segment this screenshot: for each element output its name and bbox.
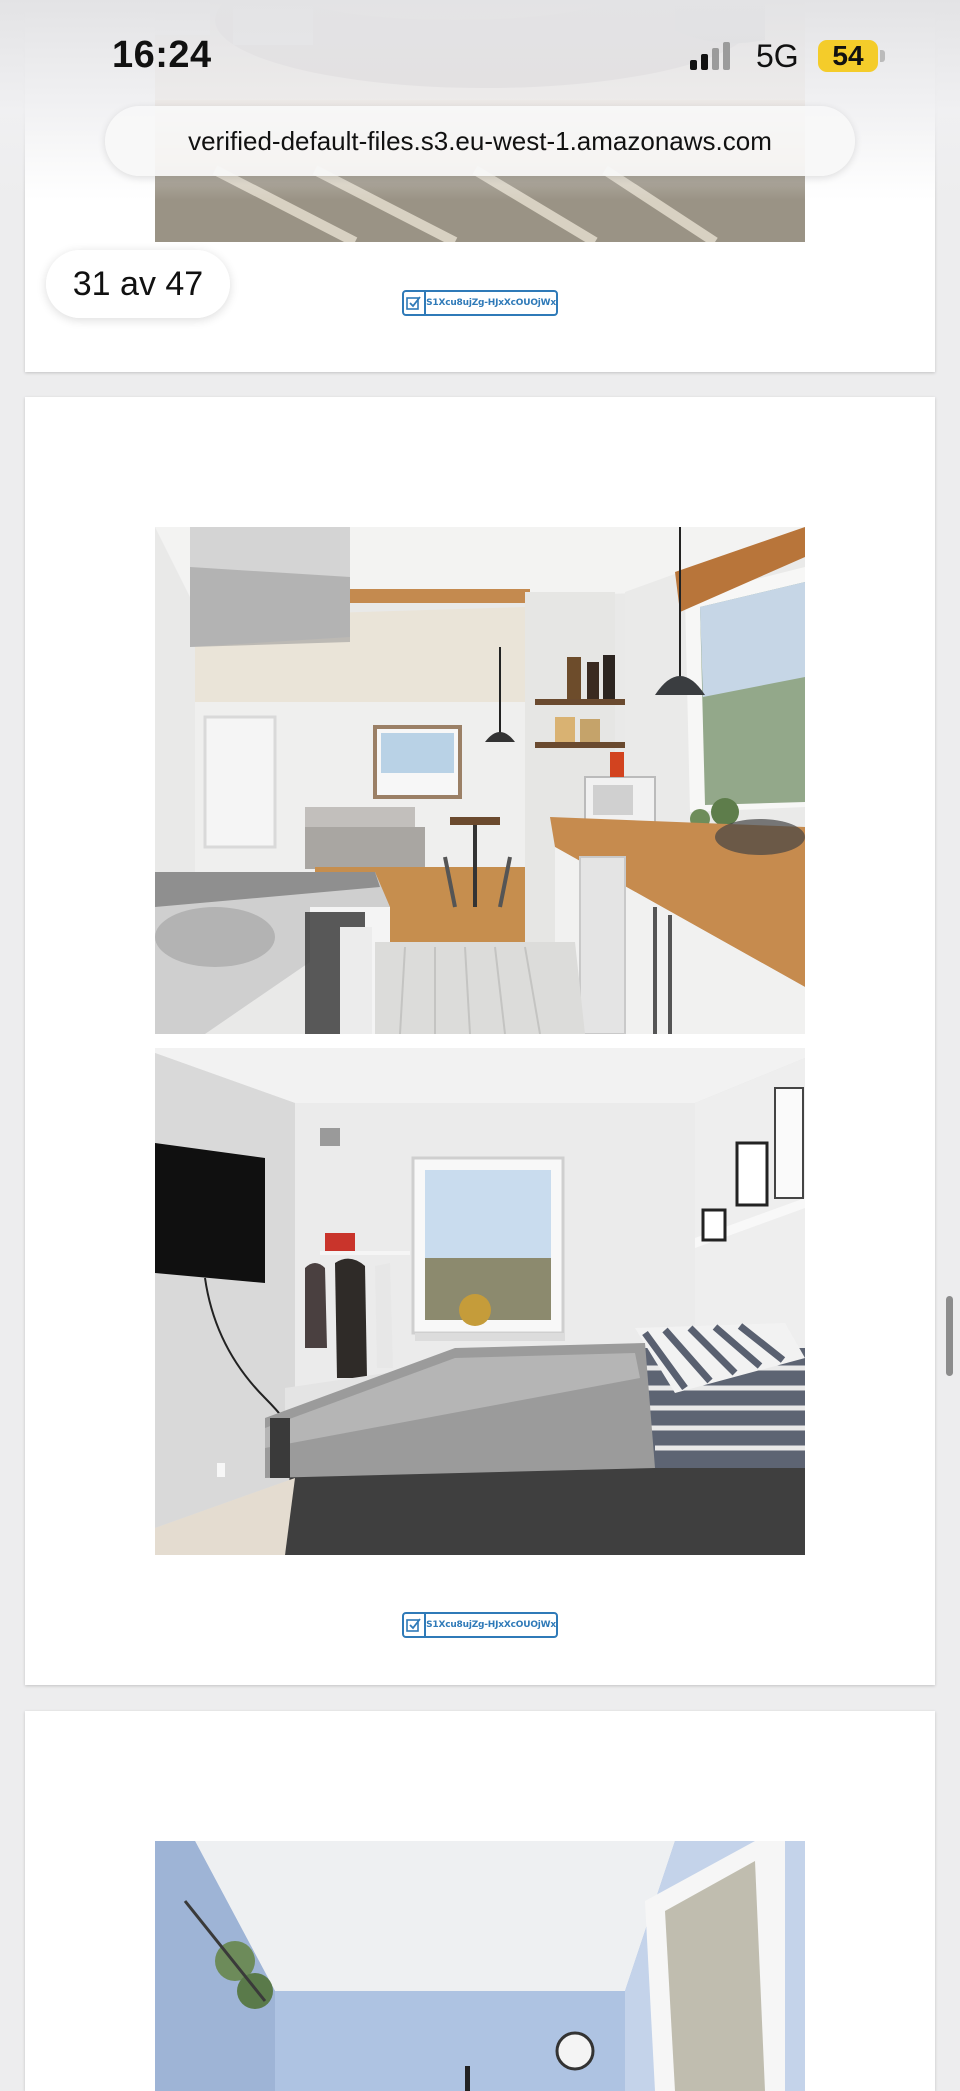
- status-time: 16:24: [112, 34, 212, 76]
- bathroom-photo: [155, 1841, 805, 2091]
- page-counter[interactable]: 31 av 47: [46, 250, 230, 318]
- verified-check-icon: [404, 1614, 427, 1636]
- url-text: verified-default-files.s3.eu-west-1.amaz…: [188, 125, 772, 156]
- scrollbar-thumb[interactable]: [946, 1296, 953, 1376]
- document-page: S1Xcu8ujZg-HJxXcOUOjWx: [25, 397, 935, 1685]
- battery-level: 54: [832, 40, 864, 71]
- stamp-code: S1Xcu8ujZg-HJxXcOUOjWx: [426, 298, 556, 308]
- bedroom-photo: [155, 1048, 805, 1555]
- kitchen-photo: [155, 527, 805, 1034]
- verification-stamp: S1Xcu8ujZg-HJxXcOUOjWx: [402, 1612, 558, 1638]
- signal-strength-icon: [690, 40, 730, 70]
- address-bar[interactable]: verified-default-files.s3.eu-west-1.amaz…: [105, 106, 855, 176]
- network-type: 5G: [756, 38, 799, 74]
- verification-stamp: S1Xcu8ujZg-HJxXcOUOjWx: [402, 290, 558, 316]
- document-page-next: [25, 1711, 935, 2091]
- battery-icon: 54: [818, 40, 878, 72]
- page-counter-text: 31 av 47: [72, 264, 204, 303]
- stamp-code: S1Xcu8ujZg-HJxXcOUOjWx: [426, 1620, 556, 1630]
- verified-check-icon: [404, 292, 427, 314]
- battery-tip: [880, 50, 885, 62]
